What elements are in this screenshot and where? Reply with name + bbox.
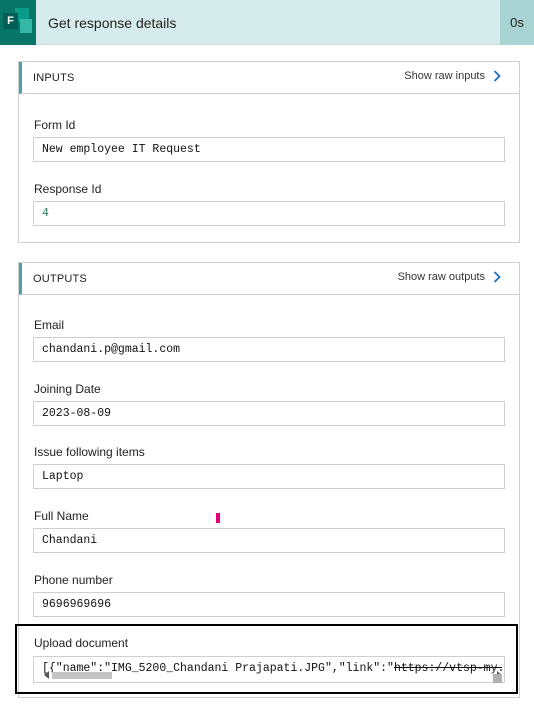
joining-date-label: Joining Date xyxy=(34,382,101,396)
full-name-label: Full Name xyxy=(34,509,89,523)
forms-app-icon: F xyxy=(0,0,36,45)
phone-number-label: Phone number xyxy=(34,573,113,587)
highlight-box xyxy=(15,624,518,694)
show-raw-outputs-link[interactable]: Show raw outputs xyxy=(398,271,501,283)
issue-items-label: Issue following items xyxy=(34,445,145,459)
phone-number-value[interactable]: 9696969696 xyxy=(33,592,505,617)
response-id-label: Response Id xyxy=(34,182,102,196)
inputs-card: INPUTS Show raw inputs Form Id New emplo… xyxy=(18,61,520,243)
app-icon-letter: F xyxy=(3,13,18,29)
cursor-marker xyxy=(216,513,220,523)
chevron-right-icon[interactable] xyxy=(493,70,501,82)
response-id-value[interactable]: 4 xyxy=(33,201,505,226)
action-title: Get response details xyxy=(48,15,177,31)
joining-date-value[interactable]: 2023-08-09 xyxy=(33,401,505,426)
inputs-title: INPUTS xyxy=(33,72,75,84)
form-id-label: Form Id xyxy=(34,118,76,132)
show-raw-inputs-link[interactable]: Show raw inputs xyxy=(404,70,501,82)
outputs-title: OUTPUTS xyxy=(33,273,87,285)
inputs-header: INPUTS Show raw inputs xyxy=(19,62,519,94)
duration-badge: 0s xyxy=(500,0,534,45)
show-raw-inputs-label[interactable]: Show raw inputs xyxy=(404,70,485,82)
email-value[interactable]: chandani.p@gmail.com xyxy=(33,337,505,362)
action-header[interactable]: F Get response details 0s xyxy=(0,0,534,45)
full-name-value[interactable]: Chandani xyxy=(33,528,505,553)
show-raw-outputs-label[interactable]: Show raw outputs xyxy=(398,271,485,283)
chevron-right-icon[interactable] xyxy=(493,271,501,283)
form-id-value[interactable]: New employee IT Request xyxy=(33,137,505,162)
outputs-header: OUTPUTS Show raw outputs xyxy=(19,263,519,295)
email-label: Email xyxy=(34,318,65,332)
issue-items-value[interactable]: Laptop xyxy=(33,464,505,489)
